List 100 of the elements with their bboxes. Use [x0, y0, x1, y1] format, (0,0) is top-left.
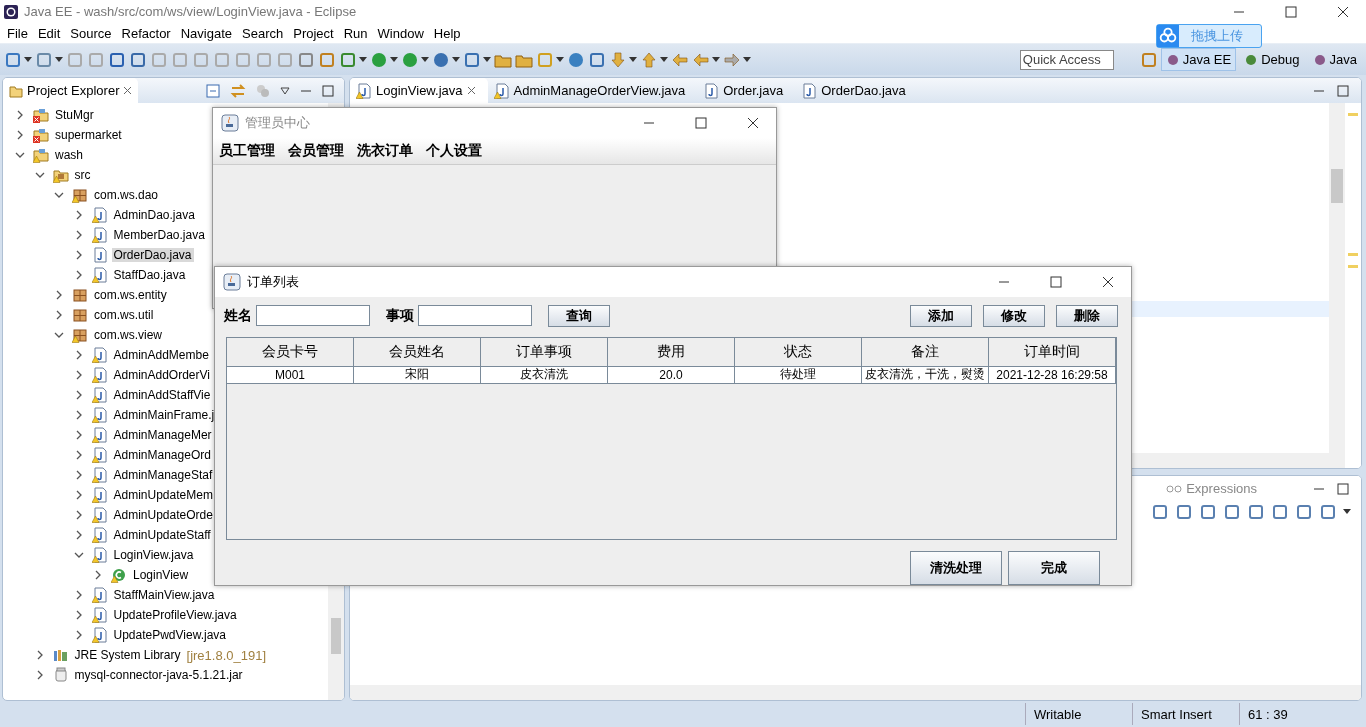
close-icon[interactable]	[1337, 5, 1349, 18]
menu-item[interactable]: Source	[65, 25, 117, 41]
column-header[interactable]: 会员卡号	[227, 337, 354, 367]
tree-item[interactable]: AdminUpdateOrde	[111, 508, 215, 522]
tree-item[interactable]: LoginView.java	[111, 548, 196, 562]
maximize-icon[interactable]	[1337, 84, 1349, 97]
warning-marker[interactable]	[1348, 253, 1358, 256]
tree-item[interactable]: supermarket	[53, 128, 124, 142]
close-icon[interactable]	[1102, 275, 1114, 288]
caret-icon[interactable]	[390, 56, 398, 63]
tree-item[interactable]: AdminUpdateMem	[111, 488, 215, 502]
editor-tab[interactable]: Order.java	[697, 78, 796, 103]
tree-item[interactable]: LoginView	[131, 568, 191, 582]
perspective-button[interactable]: Java	[1307, 48, 1362, 71]
tree-item[interactable]: AdminDao.java	[111, 208, 197, 222]
tree-item[interactable]: UpdateProfileView.java	[111, 608, 239, 622]
column-header[interactable]: 备注	[862, 337, 989, 367]
menu-item[interactable]: Run	[338, 25, 373, 41]
tree-item[interactable]: MemberDao.java	[111, 228, 207, 242]
action-button[interactable]: 删除	[1056, 304, 1118, 327]
tree-item[interactable]: com.ws.view	[92, 328, 164, 342]
view-tab[interactable]: Expressions	[1160, 476, 1263, 501]
caret-icon[interactable]	[712, 56, 720, 63]
perspective-button[interactable]: Java EE	[1160, 48, 1237, 71]
action-button[interactable]: 修改	[983, 304, 1045, 327]
tree-item[interactable]: AdminMainFrame.j	[111, 408, 217, 422]
caret-icon[interactable]	[359, 56, 367, 63]
maximize-icon[interactable]	[1337, 482, 1349, 495]
tree-item[interactable]: StuMgr	[53, 108, 96, 122]
maximize-icon[interactable]	[1285, 5, 1297, 18]
tree-item[interactable]: AdminManageOrd	[111, 448, 213, 462]
caret-icon[interactable]	[629, 56, 637, 63]
tree-item[interactable]: AdminAddMembe	[111, 348, 211, 362]
caret-icon[interactable]	[556, 56, 564, 63]
editor-tab[interactable]: LoginView.java	[350, 78, 488, 103]
menu-item[interactable]: File	[2, 25, 33, 41]
menu-item[interactable]: Project	[288, 25, 339, 41]
tree-item[interactable]: AdminAddOrderVi	[111, 368, 212, 382]
column-header[interactable]: 会员姓名	[354, 337, 481, 367]
editor-tab[interactable]: OrderDao.java	[795, 78, 918, 103]
perspective-button[interactable]: Debug	[1239, 48, 1305, 71]
action-button[interactable]: 清洗处理	[910, 551, 1002, 585]
tree-item[interactable]: com.ws.dao	[92, 188, 161, 202]
action-button[interactable]: 完成	[1008, 551, 1100, 585]
caret-icon[interactable]	[1343, 509, 1351, 515]
view-tab[interactable]: Project Explorer	[3, 78, 139, 103]
tree-item[interactable]: StaffDao.java	[111, 268, 188, 282]
action-button[interactable]: 添加	[910, 304, 972, 327]
warning-marker[interactable]	[1348, 113, 1358, 116]
chevron-down-icon[interactable]	[54, 330, 64, 340]
close-icon[interactable]	[747, 117, 759, 129]
tree-item[interactable]: UpdatePwdView.java	[111, 628, 229, 642]
search-button[interactable]: 查询	[548, 304, 610, 327]
menu-item[interactable]: Navigate	[175, 25, 237, 41]
chevron-right-icon[interactable]	[93, 570, 103, 580]
caret-icon[interactable]	[55, 56, 63, 63]
menu-item[interactable]: 会员管理	[288, 142, 344, 160]
tree-item[interactable]: com.ws.entity	[92, 288, 169, 302]
menu-item[interactable]: Window	[372, 25, 429, 41]
menu-item[interactable]: 员工管理	[219, 142, 275, 160]
menu-item[interactable]: Edit	[32, 25, 66, 41]
caret-icon[interactable]	[483, 56, 491, 63]
quick-access-field[interactable]: Quick Access	[1019, 49, 1114, 70]
tree-item[interactable]: mysql-connector-java-5.1.21.jar	[72, 668, 245, 682]
scrollbar[interactable]	[1329, 103, 1345, 468]
tree-item[interactable]: src	[72, 168, 93, 182]
maximize-icon[interactable]	[695, 117, 707, 129]
tree-item[interactable]: JRE System Library	[72, 648, 183, 662]
tree-item[interactable]: AdminUpdateStaff	[111, 528, 213, 542]
tree-item[interactable]: StaffMainView.java	[111, 588, 217, 602]
tree-item[interactable]: AdminAddStaffVie	[111, 388, 213, 402]
maximize-icon[interactable]	[322, 84, 334, 97]
menu-item[interactable]: 个人设置	[426, 142, 482, 160]
tree-item[interactable]: AdminManageStaf	[111, 468, 215, 482]
warning-marker[interactable]	[1348, 265, 1358, 268]
input-field[interactable]	[256, 305, 370, 327]
caret-icon[interactable]	[660, 56, 668, 63]
tree-item[interactable]: OrderDao.java	[111, 248, 194, 262]
tree-item[interactable]: AdminManageMer	[111, 428, 214, 442]
column-header[interactable]: 订单事项	[481, 337, 608, 367]
chevron-down-icon[interactable]	[34, 170, 45, 180]
caret-icon[interactable]	[24, 56, 32, 63]
menu-item[interactable]: 洗衣订单	[357, 142, 413, 160]
tree-item[interactable]: wash	[53, 148, 85, 162]
editor-tab[interactable]: AdminManageOrderView.java	[487, 78, 698, 103]
input-field[interactable]	[418, 305, 532, 327]
column-header[interactable]: 状态	[735, 337, 862, 367]
scrollbar[interactable]	[350, 685, 1361, 700]
chevron-down-icon[interactable]	[15, 150, 25, 160]
caret-icon[interactable]	[743, 56, 751, 63]
close-icon[interactable]	[123, 86, 133, 95]
column-header[interactable]: 费用	[608, 337, 735, 367]
column-header[interactable]: 订单时间	[989, 337, 1116, 367]
tree-item[interactable]: com.ws.util	[92, 308, 156, 322]
caret-icon[interactable]	[421, 56, 429, 63]
maximize-icon[interactable]	[1050, 275, 1062, 288]
menu-item[interactable]: Refactor	[116, 25, 176, 41]
caret-icon[interactable]	[452, 56, 460, 63]
menu-item[interactable]: Help	[428, 25, 466, 41]
chevron-down-icon[interactable]	[54, 190, 64, 200]
